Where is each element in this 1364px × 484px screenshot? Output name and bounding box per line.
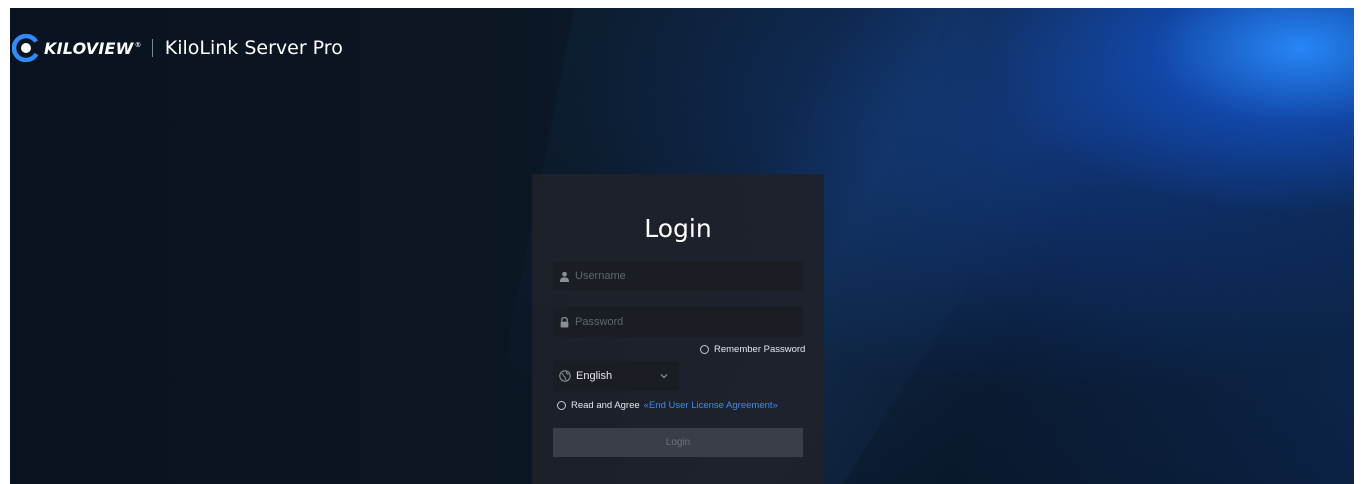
remember-password-option[interactable]: Remember Password	[700, 344, 805, 355]
login-button[interactable]: Login	[553, 428, 803, 457]
registered-mark: ®	[134, 41, 142, 50]
remember-password-radio[interactable]	[700, 345, 709, 354]
language-selected-value: English	[576, 370, 613, 382]
password-input[interactable]	[575, 316, 785, 328]
username-field[interactable]	[553, 261, 803, 291]
app-header: KILOVIEW® KiloLink Server Pro	[12, 32, 343, 64]
eula-link[interactable]: «End User License Agreement»	[644, 400, 778, 411]
username-input[interactable]	[575, 270, 785, 282]
agree-label: Read and Agree	[571, 400, 640, 411]
password-field[interactable]	[553, 307, 803, 337]
language-select[interactable]: English	[553, 361, 679, 391]
agreement-option[interactable]: Read and Agree «End User License Agreeme…	[557, 400, 778, 411]
lock-icon	[560, 316, 569, 328]
kiloview-logo-icon	[12, 34, 40, 62]
agree-radio[interactable]	[557, 401, 566, 410]
chevron-down-icon	[660, 374, 668, 379]
header-divider	[151, 39, 153, 57]
globe-icon	[559, 370, 571, 382]
user-icon	[559, 271, 570, 282]
product-name: KiloLink Server Pro	[164, 37, 343, 59]
brand-name: KILOVIEW®	[44, 38, 142, 58]
login-title: Login	[644, 214, 712, 243]
remember-password-label: Remember Password	[714, 344, 806, 355]
login-panel: Login Remember Password English Read and…	[532, 174, 824, 484]
